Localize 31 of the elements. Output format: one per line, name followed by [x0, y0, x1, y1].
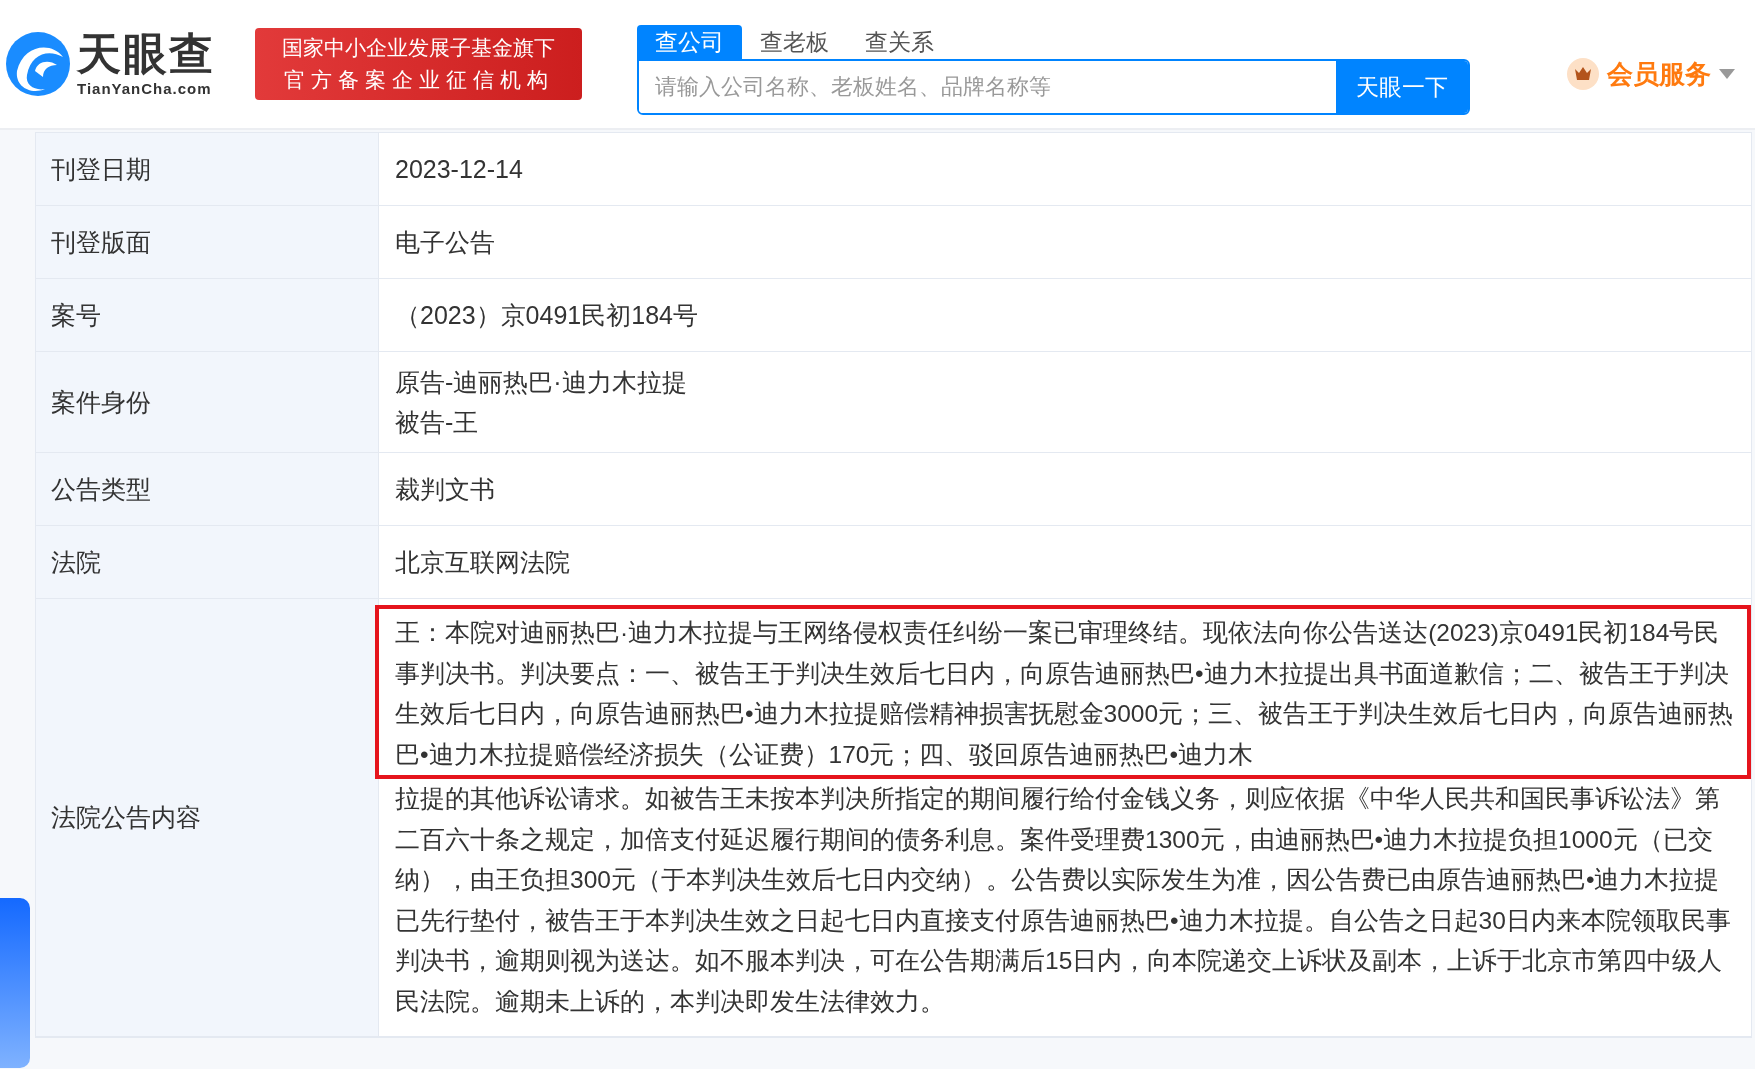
field-value: 2023-12-14	[395, 154, 524, 185]
search-tab[interactable]: 查关系	[847, 25, 952, 59]
site-logo[interactable]: 天眼查 TianYanCha.com	[5, 31, 255, 97]
crown-icon	[1567, 58, 1599, 90]
highlighted-text: 王：本院对迪丽热巴·迪力木拉提与王网络侵权责任纠纷一案已审理终结。现依法向你公告送达(2023)京0491民初184号民事判决书。判决要点：一、被告王于判决生效后七日内，向原告迪丽热巴•迪力木拉提出具书面道歉信；二、被告王于判决生效后七日内，向原告迪丽热巴•迪力木拉提赔偿精神损害抚慰金3000元；三、被告王于判决生效后七日内，向原告迪丽热巴•迪力木拉提赔偿经济损失（公证费）170元；四、驳回原告迪丽热巴•迪力木	[375, 605, 1751, 779]
search-button[interactable]: 天眼一下	[1336, 61, 1468, 113]
field-label: 法院	[36, 526, 379, 598]
caret-icon[interactable]	[1719, 69, 1735, 79]
field-label: 刊登日期	[36, 133, 379, 205]
search-tab[interactable]: 查老板	[742, 25, 847, 59]
field-value: 电子公告	[395, 227, 496, 258]
badge-text: 国家中小企业发展子基金旗下	[282, 35, 555, 61]
field-label: 公告类型	[36, 453, 379, 525]
member-service-link[interactable]: 会员服务	[1607, 56, 1711, 92]
field-value: 裁判文书	[395, 474, 496, 505]
badge-text: 官方备案企业征信机构	[283, 67, 554, 93]
search-tab[interactable]: 查公司	[637, 25, 742, 59]
field-label: 法院公告内容	[36, 599, 379, 1036]
logo-domain: TianYanCha.com	[77, 79, 213, 97]
field-value: 被告-王	[395, 407, 480, 438]
logo-icon	[5, 31, 71, 97]
field-label: 案号	[36, 279, 379, 351]
notice-text: 拉提的其他诉讼请求。如被告王未按本判决所指定的期间履行给付金钱义务，则应依据《中华人民共和国民事诉讼法》第二百六十条之规定，加倍支付延迟履行期间的债务利息。案件受理费1300元，由迪丽热巴•迪力木拉提负担1000元（已交纳），由王负担300元（于本判决生效后七日内交纳）。公告费以实际发生为准，因公告费已由原告迪丽热巴•迪力木拉提已先行垫付，被告王于本判决生效之日起七日内直接支付原告迪丽热巴•迪力木拉提。自公告之日起30日内来本院领取民事判决书，逾期则视为送达。如不服本判决，可在公告期满后15日内，向本院递交上诉状及副本，上诉于北京市第四中级人民法院。逾期未上诉的，本判决即发生法律效力。	[395, 784, 1732, 1017]
field-label: 刊登版面	[36, 206, 379, 278]
field-value: （2023）京0491民初184号	[395, 300, 699, 331]
field-label: 案件身份	[36, 352, 379, 452]
floating-widget[interactable]	[0, 898, 30, 1068]
field-value: 北京互联网法院	[395, 547, 571, 578]
logo-name: 天眼查	[77, 31, 215, 76]
search-field[interactable]: 请输入公司名称、老板姓名、品牌名称等 天眼一下	[637, 59, 1470, 115]
field-value: 原告-迪丽热巴·迪力木拉提	[395, 367, 688, 398]
